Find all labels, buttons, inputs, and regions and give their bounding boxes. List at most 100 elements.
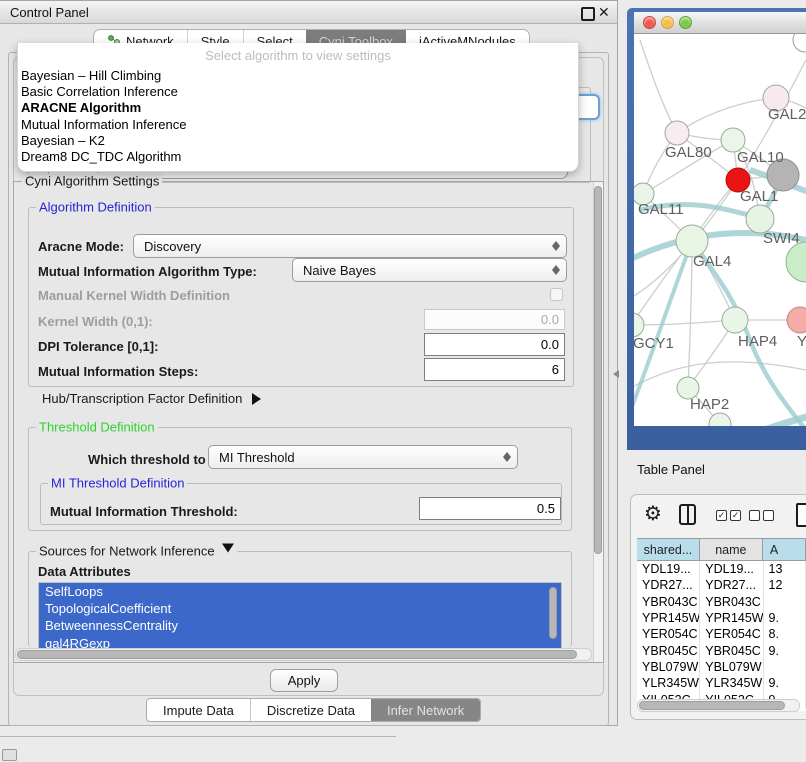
close-window-icon[interactable]: ✕ xyxy=(598,7,610,17)
column-header-name[interactable]: name xyxy=(700,539,763,560)
which-threshold-combo[interactable]: MI Threshold xyxy=(208,445,518,469)
screen: Control Panel ✕ Network Style Select Cyn… xyxy=(0,0,806,762)
dpi-tolerance-field[interactable]: 0.0 xyxy=(424,333,565,356)
mi-steps-label: Mutual Information Steps: xyxy=(38,364,198,379)
table-row[interactable]: YDR27...YDR27...12 xyxy=(637,577,806,593)
menu-item[interactable]: Basic Correlation Inference xyxy=(18,84,578,100)
bottom-divider xyxy=(0,736,396,737)
mi-threshold-field[interactable]: 0.5 xyxy=(419,497,561,520)
menu-item[interactable]: Bayesian – Hill Climbing xyxy=(18,68,578,84)
control-panel-title: Control Panel xyxy=(0,5,89,20)
node-label: GAL10 xyxy=(737,149,784,166)
mi-steps-field[interactable]: 6 xyxy=(424,358,565,381)
node-gal80[interactable] xyxy=(665,121,689,145)
float-window-icon[interactable] xyxy=(581,7,595,21)
network-graph: GAL2 GAL80 GAL10 GAL1 SWI4 GAL11 GAL4 HA… xyxy=(634,34,806,426)
list-item[interactable]: TopologicalCoefficient xyxy=(39,600,561,617)
gear-icon[interactable]: ⚙ xyxy=(644,503,662,523)
mi-threshold-group-title: MI Threshold Definition xyxy=(48,476,187,491)
tab-impute-data[interactable]: Impute Data xyxy=(147,699,250,721)
table-row[interactable]: YBR043CYBR043C xyxy=(637,594,806,610)
control-panel-titlebar[interactable]: Control Panel ✕ xyxy=(0,1,617,24)
collapsed-panel-icon[interactable] xyxy=(2,749,17,761)
hub-expander-label: Hub/Transcription Factor Definition xyxy=(42,391,242,406)
table-row[interactable]: YPR145WYPR145W9. xyxy=(637,610,806,626)
menu-item[interactable]: Dream8 DC_TDC Algorithm xyxy=(18,149,578,165)
which-threshold-value: MI Threshold xyxy=(215,450,498,465)
manual-kernel-label: Manual Kernel Width Definition xyxy=(38,288,230,303)
settings-group-title: Cyni Algorithm Settings xyxy=(22,174,162,189)
list-item[interactable]: SelfLoops xyxy=(39,583,561,600)
select-all-columns-icon[interactable]: ✓ ✓ xyxy=(716,510,741,521)
minimize-window-icon[interactable] xyxy=(661,16,674,29)
manual-kernel-checkbox[interactable] xyxy=(550,288,563,301)
network-view-titlebar[interactable] xyxy=(634,12,806,34)
splitter-collapse-icon[interactable] xyxy=(609,370,619,378)
menu-item-selected[interactable]: ARACNE Algorithm xyxy=(18,100,578,116)
mi-type-label: Mutual Information Algorithm Type: xyxy=(38,264,257,279)
tab-infer-network[interactable]: Infer Network xyxy=(371,699,480,721)
bottom-tabbar: Impute Data Discretize Data Infer Networ… xyxy=(146,698,481,722)
sources-group-title: Sources for Network Inference xyxy=(39,544,215,559)
table-row[interactable]: YBL079WYBL079W xyxy=(637,659,806,675)
menu-item[interactable]: Mutual Information Inference xyxy=(18,117,578,133)
document-icon[interactable] xyxy=(796,503,806,527)
threshold-definition-title: Threshold Definition xyxy=(36,420,158,435)
sources-expander[interactable]: Sources for Network Inference xyxy=(36,544,237,559)
node-label: HAP4 xyxy=(738,333,777,350)
node-label: GCY1 xyxy=(634,335,674,352)
zoom-window-icon[interactable] xyxy=(679,16,692,29)
attributes-list-scrollbar[interactable] xyxy=(549,587,557,639)
chevron-down-icon xyxy=(222,544,234,559)
mi-threshold-label: Mutual Information Threshold: xyxy=(50,504,238,519)
tab-discretize-data[interactable]: Discretize Data xyxy=(250,699,371,721)
algorithm-dropdown-popup: Select algorithm to view settings Bayesi… xyxy=(17,43,579,172)
node-hap4[interactable] xyxy=(722,307,748,333)
table-body[interactable]: YDL19...YDL19...13 YDR27...YDR27...12 YB… xyxy=(637,561,806,711)
mi-type-value: Naive Bayes xyxy=(299,263,547,278)
network-canvas[interactable]: GAL2 GAL80 GAL10 GAL1 SWI4 GAL11 GAL4 HA… xyxy=(634,34,806,426)
node-label: SWI4 xyxy=(763,230,800,247)
deselect-all-columns-icon[interactable] xyxy=(749,510,774,521)
node-label: GAL2 xyxy=(768,106,806,123)
apply-button[interactable]: Apply xyxy=(270,669,338,692)
chevron-right-icon xyxy=(252,393,267,405)
list-item[interactable]: BetweennessCentrality xyxy=(39,617,561,634)
node-label: GAL4 xyxy=(693,253,731,270)
algorithm-definition-title: Algorithm Definition xyxy=(36,200,155,215)
table-row[interactable]: YER054CYER054C8. xyxy=(637,626,806,642)
menu-item[interactable]: Bayesian – K2 xyxy=(18,133,578,149)
table-header: shared... name A xyxy=(637,538,806,561)
combo-stepper-icon xyxy=(551,264,560,276)
table-row[interactable]: YLR345WYLR345W9. xyxy=(637,675,806,691)
combo-stepper-icon xyxy=(551,240,560,252)
column-header-shared-name[interactable]: shared... xyxy=(637,539,700,560)
column-header-partial[interactable]: A xyxy=(763,539,806,560)
hub-expander[interactable]: Hub/Transcription Factor Definition xyxy=(42,391,267,406)
table-panel-title: Table Panel xyxy=(637,462,705,477)
combo-stepper-icon xyxy=(502,451,511,463)
table-row[interactable]: YBR045CYBR045C9. xyxy=(637,642,806,658)
node-label: GAL11 xyxy=(638,201,684,218)
data-attributes-label: Data Attributes xyxy=(38,564,131,579)
kernel-width-field[interactable]: 0.0 xyxy=(424,309,565,330)
node-unlabeled[interactable] xyxy=(793,34,806,52)
table-horizontal-scrollbar-thumb[interactable] xyxy=(639,701,785,710)
mi-type-combo[interactable]: Naive Bayes xyxy=(292,258,567,282)
node-salmon[interactable] xyxy=(787,307,806,333)
close-window-icon[interactable] xyxy=(643,16,656,29)
aracne-mode-value: Discovery xyxy=(140,239,547,254)
settings-horizontal-scrollbar-thumb[interactable] xyxy=(17,650,577,659)
algorithm-dropdown-placeholder: Select algorithm to view settings xyxy=(18,43,578,68)
node-swi4[interactable] xyxy=(746,205,774,233)
table-row[interactable]: YDL19...YDL19...13 xyxy=(637,561,806,577)
node-gcy1[interactable] xyxy=(634,313,644,337)
settings-vertical-scrollbar-thumb[interactable] xyxy=(594,186,602,554)
data-attributes-list[interactable]: SelfLoops TopologicalCoefficient Between… xyxy=(38,582,562,654)
aracne-mode-combo[interactable]: Discovery xyxy=(133,234,567,258)
node-label: GAL80 xyxy=(665,144,712,161)
split-columns-icon[interactable] xyxy=(679,504,696,525)
node-big-green[interactable] xyxy=(786,242,806,282)
dpi-tolerance-label: DPI Tolerance [0,1]: xyxy=(38,339,158,354)
kernel-width-label: Kernel Width (0,1): xyxy=(38,314,153,329)
